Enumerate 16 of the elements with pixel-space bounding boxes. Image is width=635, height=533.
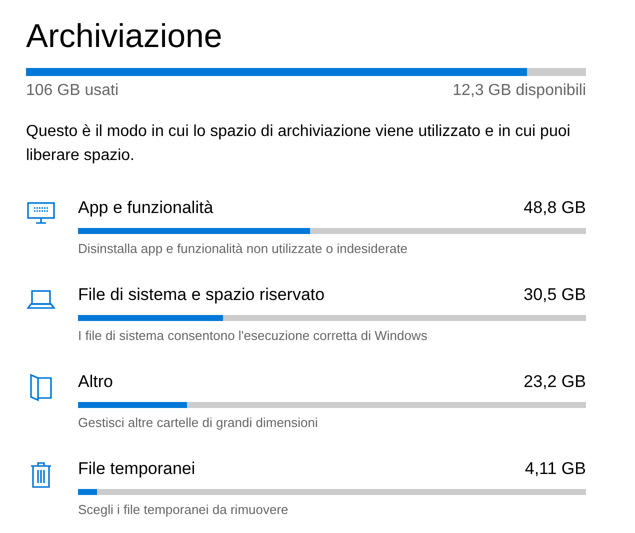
page-title: Archiviazione bbox=[26, 16, 224, 56]
category-name[interactable]: File temporanei bbox=[78, 457, 196, 481]
category-size: 23,2 GB bbox=[524, 371, 586, 393]
category-hint: Gestisci altre cartelle di grandi dimensioni bbox=[78, 415, 319, 430]
category-size: 48,8 GB bbox=[524, 197, 586, 219]
category-name[interactable]: Altro bbox=[78, 370, 113, 394]
used-label: 106 GB usati bbox=[26, 82, 118, 100]
category-size: 30,5 GB bbox=[524, 284, 586, 306]
category-hint: Disinstalla app e funzionalità non utilizzate o indesiderate bbox=[78, 241, 409, 256]
category-name[interactable]: App e funzionalità bbox=[78, 196, 214, 220]
category-name[interactable]: File di sistema e spazio riservato bbox=[78, 283, 325, 307]
category-hint: Scegli i file temporanei da rimuovere bbox=[78, 502, 290, 517]
category-hint: I file di sistema consentono l'esecuzione corretta di Windows bbox=[78, 328, 428, 343]
free-label: 12,3 GB disponibili bbox=[452, 82, 586, 100]
description: Questo è il modo in cui lo spazio di archiviazione viene utilizzato e in cui puoi liberare spazio. bbox=[26, 122, 572, 166]
category-size: 4,11 GB bbox=[524, 458, 586, 480]
